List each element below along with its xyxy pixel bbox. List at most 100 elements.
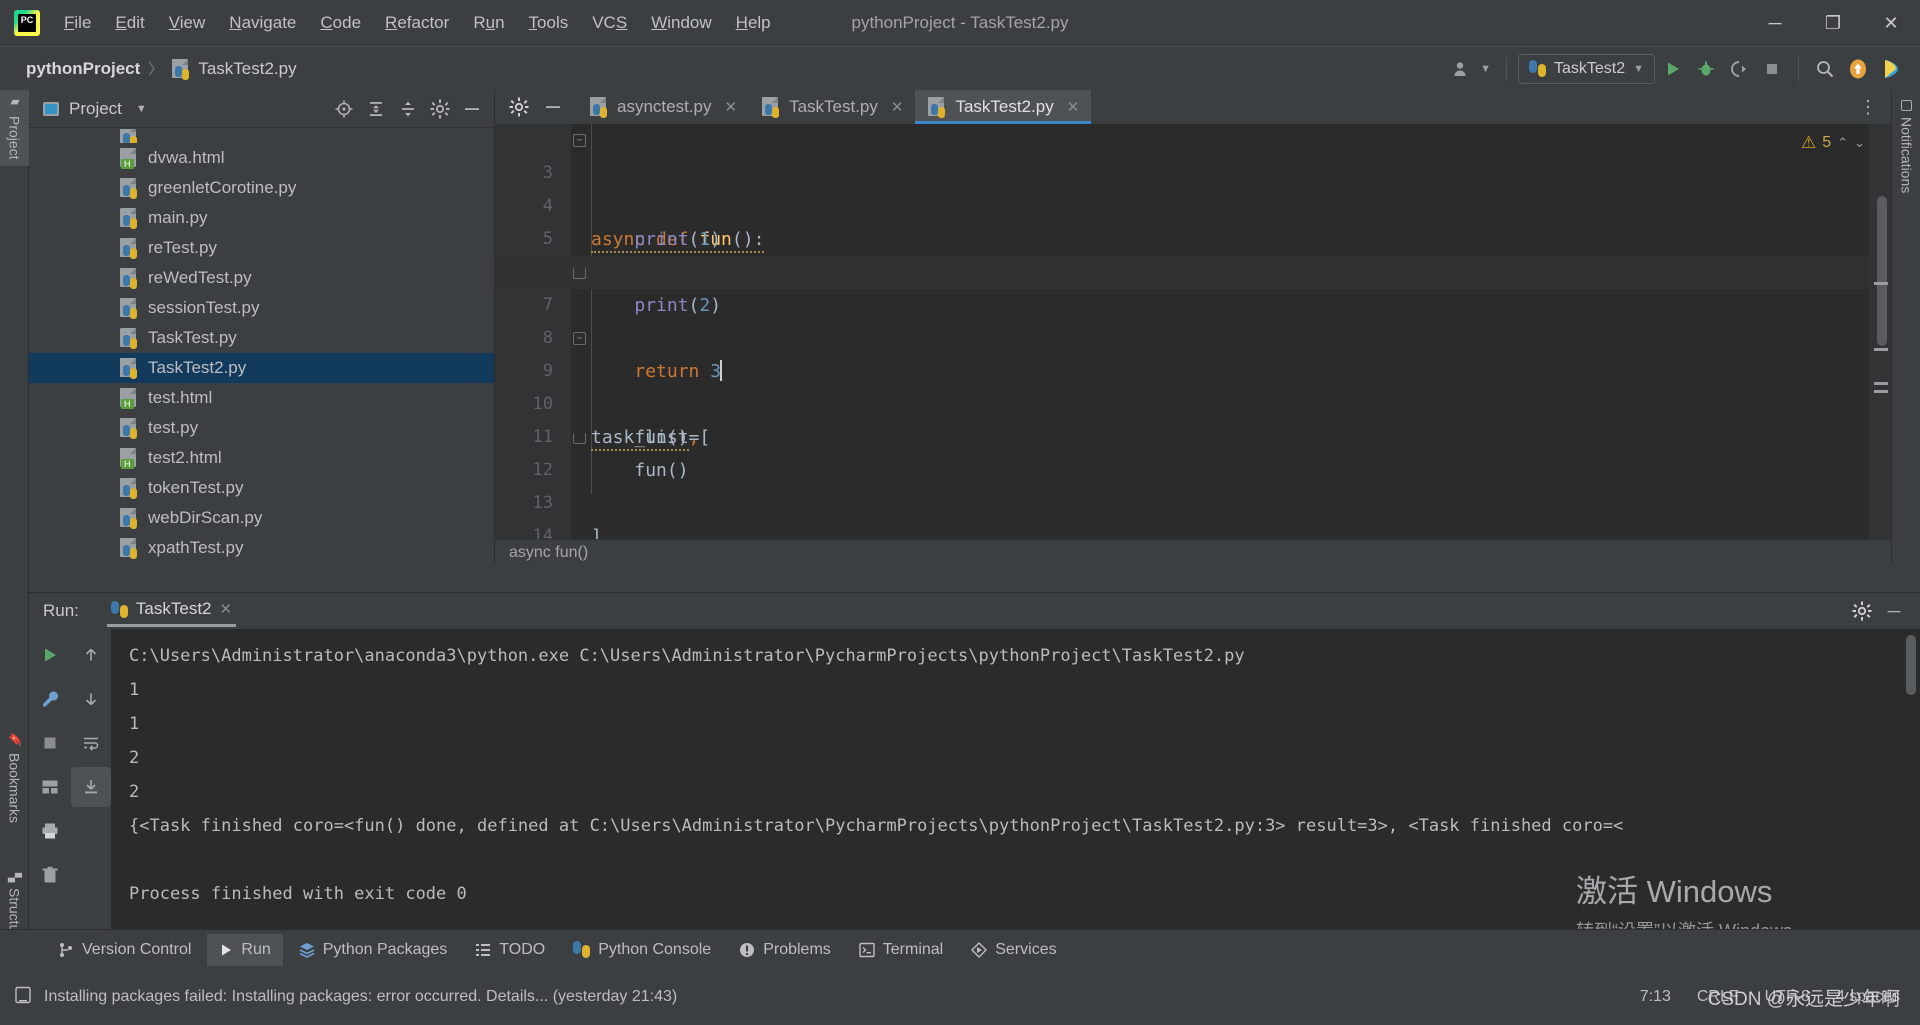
hide-panel-icon[interactable]: ─: [1880, 597, 1908, 625]
update-project-icon[interactable]: [1843, 54, 1873, 84]
error-stripe-mark[interactable]: [1874, 390, 1888, 393]
code-line[interactable]: 11 fun(): [495, 388, 1891, 481]
menu-item-run[interactable]: Run: [463, 9, 514, 37]
settings-icon[interactable]: [505, 93, 533, 121]
scroll-to-end-icon[interactable]: [70, 767, 111, 807]
list-item[interactable]: main.py: [29, 203, 494, 233]
wrench-icon[interactable]: [30, 679, 70, 719]
rail-tab-notifications[interactable]: Notifications: [1892, 90, 1920, 203]
soft-wrap-icon[interactable]: [71, 723, 111, 763]
editor-tab-TaskTest2-py[interactable]: TaskTest2.py ✕: [915, 90, 1092, 124]
error-stripe-mark[interactable]: [1874, 348, 1888, 351]
close-icon[interactable]: ✕: [725, 98, 738, 116]
code-line[interactable]: 6 print(2): [495, 223, 1891, 316]
list-item[interactable]: xpathWebTest.py: [29, 563, 494, 565]
account-icon[interactable]: [1447, 54, 1477, 84]
console-vertical-scrollbar[interactable]: [1906, 635, 1916, 695]
code-editor[interactable]: 3 − async def fun(): 4 print(1) 5 await …: [495, 124, 1891, 539]
editor-tab-asynctest-py[interactable]: asynctest.py ✕: [577, 90, 749, 124]
list-item-partial[interactable]: [29, 129, 494, 143]
bottom-tab-run[interactable]: Run: [207, 933, 283, 966]
list-item[interactable]: test.py: [29, 413, 494, 443]
error-stripe-mark[interactable]: [1874, 382, 1888, 385]
list-item[interactable]: reWedTest.py: [29, 263, 494, 293]
list-item[interactable]: tokenTest.py: [29, 473, 494, 503]
print-icon[interactable]: [30, 811, 70, 851]
project-file-tree[interactable]: Hdvwa.html greenletCorotine.py main.py reTe…: [29, 128, 494, 565]
editor-breadcrumb[interactable]: async fun(): [509, 544, 588, 562]
hide-panel-icon[interactable]: [458, 95, 486, 123]
rail-tab-bookmarks[interactable]: 🔖 Bookmarks: [0, 726, 29, 829]
scrollbar-thumb[interactable]: [1877, 196, 1887, 346]
list-item[interactable]: TaskTest.py: [29, 323, 494, 353]
maximize-button[interactable]: ❐: [1804, 0, 1862, 46]
rail-tab-project[interactable]: ▰ Project: [0, 90, 29, 166]
menu-item-vcs[interactable]: VCS: [582, 9, 637, 37]
code-line-current[interactable]: 7 return 3: [495, 256, 1891, 382]
ide-assistant-icon[interactable]: [1876, 54, 1906, 84]
minimize-button[interactable]: ─: [1746, 0, 1804, 46]
list-item[interactable]: reTest.py: [29, 233, 494, 263]
expand-all-icon[interactable]: [362, 95, 390, 123]
code-line[interactable]: 9 − task_list=[: [495, 322, 1891, 451]
menu-item-refactor[interactable]: Refactor: [375, 9, 459, 37]
editor-tab-TaskTest-py[interactable]: TaskTest.py ✕: [749, 90, 915, 124]
list-item[interactable]: xpathTest.py: [29, 533, 494, 563]
menu-item-edit[interactable]: Edit: [105, 9, 154, 37]
list-item[interactable]: sessionTest.py: [29, 293, 494, 323]
error-stripe-mark[interactable]: [1874, 282, 1888, 285]
list-item[interactable]: Htest.html: [29, 383, 494, 413]
hide-panel-icon[interactable]: [539, 93, 567, 121]
trash-icon[interactable]: [30, 855, 70, 895]
bottom-tab-problems[interactable]: Problems: [727, 934, 843, 966]
up-button[interactable]: [71, 635, 111, 675]
list-item[interactable]: greenletCorotine.py: [29, 173, 494, 203]
search-icon[interactable]: [1810, 54, 1840, 84]
close-icon[interactable]: ✕: [220, 600, 233, 618]
run-with-coverage-button[interactable]: [1724, 54, 1754, 84]
project-view-chevron-icon[interactable]: ▼: [136, 103, 147, 115]
code-line[interactable]: 8: [495, 289, 1891, 348]
run-button[interactable]: [1658, 54, 1688, 84]
menu-item-help[interactable]: Help: [726, 9, 781, 37]
stop-button[interactable]: [30, 723, 70, 763]
collapse-all-icon[interactable]: [394, 95, 422, 123]
fold-marker-icon[interactable]: −: [573, 332, 586, 345]
inspection-widget[interactable]: ⚠ 5 ⌃ ⌄: [1801, 124, 1869, 162]
bottom-tab-terminal[interactable]: Terminal: [847, 934, 955, 966]
list-item-selected[interactable]: TaskTest2.py: [29, 353, 494, 383]
breadcrumb-project[interactable]: pythonProject: [26, 59, 140, 79]
stop-button[interactable]: [1757, 54, 1787, 84]
list-item[interactable]: Hdvwa.html: [29, 143, 494, 173]
close-icon[interactable]: ✕: [891, 98, 904, 116]
run-console-output[interactable]: C:\Users\Administrator\anaconda3\python.…: [111, 629, 1920, 969]
list-item[interactable]: Htest2.html: [29, 443, 494, 473]
bottom-tab-todo[interactable]: TODO: [463, 934, 557, 966]
code-line[interactable]: 14 done,pending=asyncio.run(asyncio.wait…: [495, 487, 1891, 539]
run-tab-tasktest2[interactable]: TaskTest2 ✕: [101, 595, 242, 627]
editor-scrollbar[interactable]: [1869, 124, 1891, 539]
locate-icon[interactable]: [330, 95, 358, 123]
code-line[interactable]: 3 − async def fun():: [495, 124, 1891, 253]
code-line[interactable]: 13: [495, 454, 1891, 513]
menu-item-file[interactable]: File: [54, 9, 101, 37]
list-item[interactable]: webDirScan.py: [29, 503, 494, 533]
status-message[interactable]: Installing packages failed: Installing p…: [44, 988, 677, 1006]
rerun-button[interactable]: [30, 635, 70, 675]
settings-icon[interactable]: [426, 95, 454, 123]
close-icon[interactable]: ✕: [1067, 98, 1080, 116]
code-line[interactable]: 15 print(done): [495, 520, 1891, 539]
layout-icon[interactable]: [30, 767, 70, 807]
caret-position[interactable]: 7:13: [1640, 988, 1671, 1006]
account-caret-icon[interactable]: ▼: [1480, 63, 1491, 75]
bottom-tab-python-console[interactable]: Python Console: [561, 934, 723, 966]
close-button[interactable]: ✕: [1862, 0, 1920, 46]
code-line[interactable]: 4 print(1): [495, 157, 1891, 250]
fold-end-marker-icon[interactable]: [573, 433, 586, 444]
chevron-down-icon[interactable]: ⌄: [1854, 135, 1865, 151]
editor-options-icon[interactable]: ⋮: [1855, 94, 1881, 120]
event-log-icon[interactable]: [14, 986, 32, 1009]
code-line[interactable]: 10 fun(),: [495, 355, 1891, 448]
run-configuration-selector[interactable]: TaskTest2 ▼: [1517, 53, 1655, 84]
menu-item-code[interactable]: Code: [310, 9, 371, 37]
